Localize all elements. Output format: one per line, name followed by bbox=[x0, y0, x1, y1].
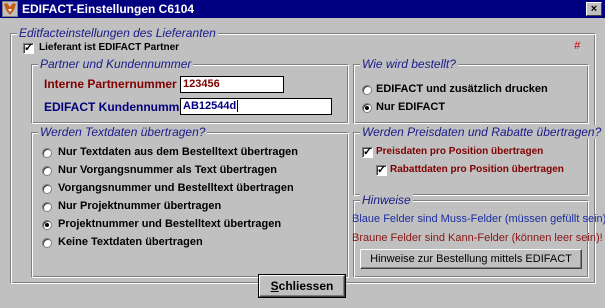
edifact-settings-group-title: Editfacteinstellungen des Lieferanten bbox=[17, 26, 218, 40]
close-button-label: chliessen bbox=[278, 279, 334, 293]
edifact-settings-group: Editfacteinstellungen des Lieferanten ✓ … bbox=[10, 26, 605, 284]
radio-text-option-1[interactable] bbox=[42, 148, 52, 158]
hints-group: Hinweise Blaue Felder sind Muss-Felder (… bbox=[352, 193, 605, 278]
edifact-customer-number-label: EDIFACT Kundennummer bbox=[44, 100, 191, 114]
edifact-customer-number-value: AB12544d bbox=[183, 100, 237, 112]
radio-selected-dot bbox=[45, 223, 49, 227]
hash-marker: # bbox=[574, 40, 581, 52]
price-data-checkbox[interactable]: ✓ bbox=[362, 146, 373, 158]
radio-text-option-6-label[interactable]: Keine Textdaten übertragen bbox=[58, 236, 203, 248]
radio-edifact-and-print-label[interactable]: EDIFACT und zusätzlich drucken bbox=[376, 83, 548, 95]
price-data-group: Werden Preisdaten und Rabatte übertragen… bbox=[353, 125, 604, 196]
radio-text-option-5[interactable] bbox=[42, 220, 52, 230]
checkmark-icon: ✓ bbox=[377, 164, 387, 176]
radio-only-edifact-label[interactable]: Nur EDIFACT bbox=[376, 101, 445, 113]
text-data-group-title: Werden Textdaten übertragen? bbox=[38, 125, 208, 139]
internal-partner-number-label: Interne Partnernummer bbox=[44, 77, 177, 91]
order-method-group: Wie wird bestellt? EDIFACT und zusätzlic… bbox=[353, 57, 589, 124]
optional-fields-hint: Braune Felder sind Kann-Felder (können l… bbox=[352, 232, 603, 244]
close-dialog-button[interactable]: Schliessen bbox=[258, 274, 346, 298]
radio-text-option-4-label[interactable]: Nur Projektnummer übertragen bbox=[58, 200, 221, 212]
checkmark-icon: ✓ bbox=[24, 42, 34, 54]
hints-group-title: Hinweise bbox=[360, 193, 413, 207]
radio-text-option-3-label[interactable]: Vorgangsnummer und Bestelltext übertrage… bbox=[58, 182, 294, 194]
discount-data-label[interactable]: Rabattdaten pro Position übertragen bbox=[390, 164, 564, 175]
internal-partner-number-value: 123456 bbox=[183, 78, 220, 90]
radio-selected-dot bbox=[365, 106, 369, 110]
radio-text-option-2-label[interactable]: Nur Vorgangsnummer als Text übertragen bbox=[58, 164, 277, 176]
partner-number-group-title: Partner und Kundennummer bbox=[38, 57, 194, 71]
checkmark-icon: ✓ bbox=[363, 146, 373, 158]
radio-text-option-4[interactable] bbox=[42, 202, 52, 212]
radio-only-edifact[interactable] bbox=[362, 103, 372, 113]
radio-text-option-2[interactable] bbox=[42, 166, 52, 176]
edifact-order-hints-button[interactable]: Hinweise zur Bestellung mittels EDIFACT bbox=[360, 249, 582, 269]
text-data-group: Werden Textdaten übertragen? Nur Textdat… bbox=[31, 125, 349, 278]
title-bar[interactable]: EDIFACT-Einstellungen C6104 × bbox=[0, 0, 605, 18]
mandatory-fields-hint: Blaue Felder sind Muss-Felder (müssen ge… bbox=[352, 213, 605, 225]
edifact-customer-number-input[interactable]: AB12544d bbox=[180, 98, 332, 115]
internal-partner-number-input[interactable]: 123456 bbox=[180, 76, 284, 93]
edifact-partner-label[interactable]: Lieferant ist EDIFACT Partner bbox=[39, 42, 179, 53]
radio-edifact-and-print[interactable] bbox=[362, 85, 372, 95]
edifact-partner-checkbox[interactable]: ✓ bbox=[23, 42, 34, 54]
window-title: EDIFACT-Einstellungen C6104 bbox=[22, 2, 195, 16]
radio-text-option-6[interactable] bbox=[42, 238, 52, 248]
dialog-client-area: Editfacteinstellungen des Lieferanten ✓ … bbox=[0, 18, 605, 308]
radio-text-option-5-label[interactable]: Projektnummer und Bestelltext übertragen bbox=[58, 218, 281, 230]
radio-text-option-3[interactable] bbox=[42, 184, 52, 194]
price-data-label[interactable]: Preisdaten pro Position übertragen bbox=[376, 146, 543, 157]
radio-text-option-1-label[interactable]: Nur Textdaten aus dem Bestelltext übertr… bbox=[58, 146, 298, 158]
text-caret bbox=[237, 100, 239, 113]
partner-number-group: Partner und Kundennummer Interne Partner… bbox=[31, 57, 349, 124]
app-fox-icon[interactable] bbox=[2, 1, 18, 17]
price-data-group-title: Werden Preisdaten und Rabatte übertragen… bbox=[360, 125, 604, 139]
discount-data-checkbox[interactable]: ✓ bbox=[376, 164, 387, 176]
order-method-group-title: Wie wird bestellt? bbox=[360, 57, 458, 71]
window-close-button[interactable]: × bbox=[586, 2, 602, 16]
close-button-mnemonic: S bbox=[270, 279, 279, 293]
